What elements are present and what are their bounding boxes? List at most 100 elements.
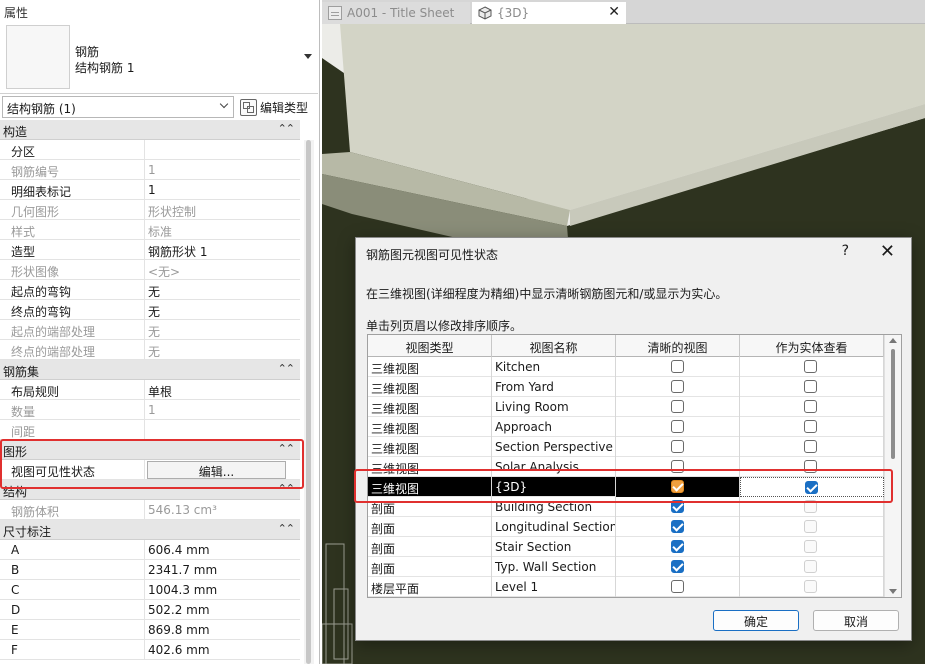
ok-button[interactable]: 确定 [713,610,799,631]
view-as-solid-checkbox[interactable] [804,440,817,453]
clear-view-checkbox[interactable] [671,540,684,553]
property-value[interactable]: 无 [146,300,300,320]
view-as-solid-checkbox [804,560,817,573]
property-value[interactable]: 无 [146,280,300,300]
property-value[interactable]: 1004.3 mm [146,580,300,600]
property-category[interactable]: 构造 ⌃⌃ [0,120,300,140]
property-value [146,420,300,440]
table-row[interactable]: 三维视图 {3D} [368,477,884,497]
dropdown-arrow-icon[interactable] [304,54,312,59]
property-row: B 2341.7 mm [0,560,300,580]
property-name: 样式 [0,220,145,240]
property-value[interactable]: 502.2 mm [146,600,300,620]
property-value[interactable]: 2341.7 mm [146,560,300,580]
view-as-solid-checkbox[interactable] [804,400,817,413]
column-header-clear-view[interactable]: 清晰的视图 [616,335,740,357]
table-row[interactable]: 三维视图 Section Perspective [368,437,884,457]
view-as-solid-checkbox[interactable] [804,360,817,373]
column-header-view-as-solid[interactable]: 作为实体查看 [740,335,884,357]
table-row[interactable]: 剖面 Longitudinal Section [368,517,884,537]
clear-view-checkbox[interactable] [671,580,684,593]
property-name: 起点的端部处理 [0,320,145,340]
edit-visibility-button[interactable]: 编辑... [147,461,286,479]
clear-view-checkbox[interactable] [671,520,684,533]
cancel-button[interactable]: 取消 [813,610,899,631]
collapse-icon[interactable]: ⌃⌃ [278,482,295,495]
property-row: A 606.4 mm [0,540,300,560]
property-value[interactable]: 单根 [146,380,300,400]
view-as-solid-checkbox[interactable] [804,460,817,473]
clear-view-checkbox[interactable] [671,480,684,493]
views-table: 视图类型 视图名称 清晰的视图 作为实体查看 三维视图 Kitchen 三维视图 Fr… [367,334,902,598]
tab-title-sheet[interactable]: A001 - Title Sheet [322,2,470,24]
property-value[interactable]: 869.8 mm [146,620,300,640]
table-row[interactable]: 三维视图 Approach [368,417,884,437]
clear-view-checkbox[interactable] [671,400,684,413]
property-category[interactable]: 图形 ⌃⌃ [0,440,300,460]
view-as-solid-cell [740,457,884,477]
property-value[interactable]: 钢筋形状 1 [146,240,300,260]
table-row[interactable]: 楼层平面 Level 1 [368,577,884,597]
property-name: 造型 [0,240,145,260]
tab-3d[interactable]: {3D} ✕ [472,2,626,24]
clear-view-checkbox[interactable] [671,500,684,513]
type-selector[interactable]: 钢筋 结构钢筋 1 [0,20,318,94]
close-icon[interactable]: ✕ [880,241,895,262]
clear-view-checkbox[interactable] [671,440,684,453]
table-row[interactable]: 剖面 Building Section [368,497,884,517]
help-icon[interactable]: ? [842,243,849,259]
scroll-up-icon[interactable] [889,338,897,343]
view-as-solid-checkbox[interactable] [804,380,817,393]
instance-filter-select[interactable]: 结构钢筋 (1) [2,96,234,118]
property-value: 1 [148,163,156,177]
table-row[interactable]: 三维视图 From Yard [368,377,884,397]
clear-view-checkbox[interactable] [671,420,684,433]
cube-icon [478,6,492,20]
collapse-icon[interactable]: ⌃⌃ [278,122,295,135]
tab-label: A001 - Title Sheet [347,6,455,20]
dialog-title: 钢筋图元视图可见性状态 [366,248,499,262]
tab-label: {3D} [497,6,530,20]
view-as-solid-cell [740,557,884,577]
property-value[interactable]: 1 [146,180,300,200]
properties-scrollbar[interactable] [304,140,314,664]
property-category[interactable]: 尺寸标注 ⌃⌃ [0,520,300,540]
table-row[interactable]: 剖面 Stair Section [368,537,884,557]
table-row[interactable]: 剖面 Typ. Wall Section [368,557,884,577]
property-name: 钢筋体积 [0,500,145,520]
table-row[interactable]: 三维视图 Kitchen [368,357,884,377]
clear-view-checkbox[interactable] [671,560,684,573]
view-as-solid-checkbox[interactable] [804,420,817,433]
column-header-view-type[interactable]: 视图类型 [368,335,492,357]
table-body: 三维视图 Kitchen 三维视图 From Yard 三维视图 Living Room 三… [368,357,884,597]
view-as-solid-cell [740,477,884,497]
property-category[interactable]: 钢筋集 ⌃⌃ [0,360,300,380]
dialog-description: 在三维视图(详细程度为精细)中显示清晰钢筋图元和/或显示为实心。 [366,287,728,301]
property-name: C [0,580,145,600]
property-value[interactable]: 402.6 mm [146,640,300,660]
collapse-icon[interactable]: ⌃⌃ [278,442,295,455]
property-value[interactable]: 606.4 mm [146,540,300,560]
table-scrollbar[interactable] [884,335,901,597]
view-type-cell: 三维视图 [368,437,492,457]
clear-view-checkbox[interactable] [671,360,684,373]
scrollbar-thumb[interactable] [306,140,311,664]
view-type-cell: 三维视图 [368,477,492,497]
collapse-icon[interactable]: ⌃⌃ [278,522,295,535]
view-name-cell: Level 1 [492,577,616,597]
scroll-down-icon[interactable] [889,589,897,594]
collapse-icon[interactable]: ⌃⌃ [278,362,295,375]
table-row[interactable]: 三维视图 Living Room [368,397,884,417]
property-row: 终点的端部处理无 [0,340,300,360]
close-icon[interactable]: ✕ [608,4,620,20]
property-value[interactable] [146,140,300,160]
table-row[interactable]: 三维视图 Solar Analysis [368,457,884,477]
view-as-solid-checkbox[interactable] [805,481,818,494]
property-category[interactable]: 结构 ⌃⌃ [0,480,300,500]
property-row: F 402.6 mm [0,640,300,660]
clear-view-checkbox[interactable] [671,460,684,473]
scrollbar-thumb[interactable] [891,349,895,459]
edit-type-button[interactable]: 编辑类型 [240,96,308,118]
column-header-view-name[interactable]: 视图名称 [492,335,616,357]
clear-view-checkbox[interactable] [671,380,684,393]
